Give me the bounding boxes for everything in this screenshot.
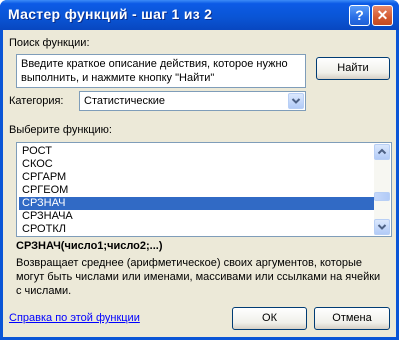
search-input[interactable]: Введите краткое описание действия, котор… [16, 54, 306, 88]
cancel-button[interactable]: Отмена [314, 307, 390, 330]
function-wizard-dialog: Мастер функций - шаг 1 из 2 ? ✕ Поиск фу… [0, 0, 399, 340]
search-label: Поиск функции: [9, 37, 90, 49]
title-bar[interactable]: Мастер функций - шаг 1 из 2 ? ✕ [0, 0, 399, 30]
category-selected-value: Статистические [84, 95, 166, 107]
help-link[interactable]: Справка по этой функции [9, 312, 140, 324]
function-list[interactable]: РОСТ СКОС СРГАРМ СРГЕОМ СРЗНАЧ СРЗНАЧА С… [16, 142, 392, 237]
help-icon[interactable]: ? [349, 5, 370, 26]
list-item-selected[interactable]: СРЗНАЧ [19, 197, 374, 210]
chevron-down-icon[interactable] [288, 93, 304, 109]
list-item[interactable]: РОСТ [19, 145, 374, 158]
window-title: Мастер функций - шаг 1 из 2 [8, 6, 213, 22]
category-select[interactable]: Статистические [79, 91, 306, 111]
dialog-body: Поиск функции: Введите краткое описание … [3, 30, 396, 337]
vertical-scrollbar[interactable] [374, 144, 390, 235]
category-label: Категория: [9, 95, 64, 107]
scroll-thumb[interactable] [374, 192, 390, 201]
scroll-down-icon[interactable] [374, 219, 390, 235]
ok-button[interactable]: ОК [232, 307, 307, 330]
function-signature: СРЗНАЧ(число1;число2;...) [16, 240, 163, 252]
find-button[interactable]: Найти [316, 57, 390, 80]
close-icon[interactable]: ✕ [372, 5, 393, 26]
list-item[interactable]: СКОС [19, 158, 374, 171]
list-item[interactable]: СРГЕОМ [19, 184, 374, 197]
list-item[interactable]: СРОТКЛ [19, 223, 374, 236]
scroll-up-icon[interactable] [374, 144, 390, 160]
list-item[interactable]: СРГАРМ [19, 171, 374, 184]
function-description: Возвращает среднее (арифметическое) свои… [16, 257, 381, 297]
function-list-label: Выберите функцию: [9, 124, 112, 136]
list-item[interactable]: СРЗНАЧА [19, 210, 374, 223]
